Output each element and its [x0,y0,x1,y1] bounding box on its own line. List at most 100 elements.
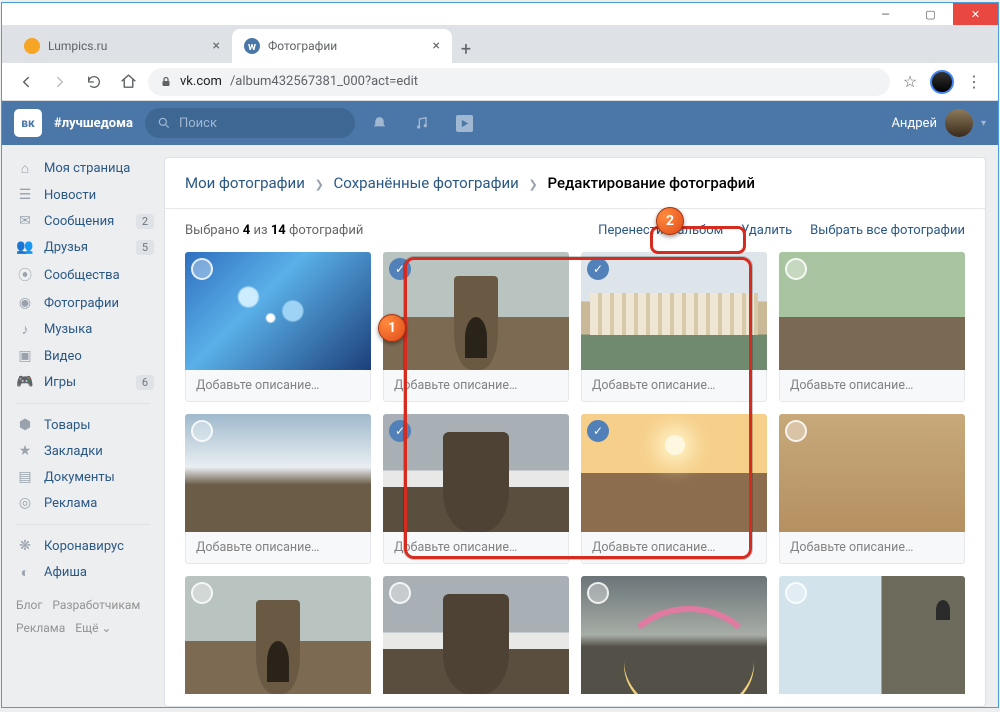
sidebar-item[interactable]: ⌂Моя страница [2,155,164,182]
sidebar-item[interactable]: ❋Коронавирус [2,533,164,559]
nav-back-button[interactable] [12,68,40,96]
browser-tab[interactable]: Lumpics.ru × [12,29,232,63]
user-avatar [945,109,973,137]
nav-forward-button[interactable] [46,68,74,96]
vk-logo[interactable]: вк [14,109,42,137]
sidebar-item[interactable]: ▤Документы [2,464,164,490]
photo-checkbox[interactable]: ✓ [389,420,411,442]
photo-checkbox[interactable]: ✓ [587,258,609,280]
sidebar: ⌂Моя страница☰Новости✉Сообщения2👥Друзья5… [2,145,164,707]
sidebar-item-label: Игры [44,375,76,390]
breadcrumb-current: Редактирование фотографий [547,174,754,192]
new-tab-button[interactable]: + [452,35,480,63]
photo-thumbnail[interactable]: ✓ [581,252,767,370]
photo-checkbox[interactable]: ✓ [587,420,609,442]
badge: 5 [136,240,154,255]
window-maximize[interactable]: ▢ [908,3,953,25]
photo-checkbox[interactable] [389,582,411,604]
window-minimize[interactable]: — [863,3,908,25]
music-icon[interactable] [414,115,430,132]
vk-hashtag[interactable]: #лучшедома [54,116,133,131]
sidebar-item[interactable]: ♪Музыка [2,316,164,343]
photo-thumbnail[interactable]: ✓ [581,414,767,532]
photo-caption-input[interactable]: Добавьте описание… [185,532,371,564]
footer-link[interactable]: Реклама [16,621,65,635]
photo-caption-input[interactable]: Добавьте описание… [779,532,965,564]
photo-thumbnail[interactable] [185,414,371,532]
footer-link[interactable]: Блог [16,598,42,612]
footer-link[interactable]: Ещё ⌄ [75,621,111,635]
sidebar-item[interactable]: ★Закладки [2,438,164,464]
sidebar-item[interactable]: ☰Новости [2,182,164,208]
photo-caption-input[interactable]: Добавьте описание… [185,370,371,402]
sidebar-item[interactable]: 👥Друзья5 [2,234,164,260]
photo-checkbox[interactable] [785,582,807,604]
sidebar-item[interactable]: ▣Видео [2,343,164,369]
browser-menu-button[interactable]: ⋮ [960,68,988,96]
sidebar-item-label: Сообщения [44,214,114,229]
breadcrumb-link[interactable]: Мои фотографии [185,174,305,192]
chevron-down-icon: ▾ [981,118,986,129]
sidebar-item[interactable]: ◉Фотографии [2,290,164,316]
photo-card [779,576,965,694]
delete-link[interactable]: Удалить [741,223,792,238]
profile-avatar[interactable] [930,70,954,94]
search-input[interactable]: Поиск [145,108,355,138]
photo-thumbnail[interactable] [581,576,767,694]
sidebar-item[interactable]: 🎮Игры6 [2,369,164,395]
photo-checkbox[interactable]: ✓ [389,258,411,280]
sidebar-item[interactable]: ◎Реклама [2,490,164,516]
sidebar-item[interactable]: ⬢Товары [2,412,164,438]
notifications-icon[interactable] [371,115,388,132]
sidebar-item[interactable]: ⦿Сообщества [2,260,164,290]
photo-checkbox[interactable] [191,258,213,280]
photo-checkbox[interactable] [785,420,807,442]
tab-title: Lumpics.ru [48,39,107,53]
photo-card: Добавьте описание… [185,252,371,402]
photo-thumbnail[interactable] [779,414,965,532]
photo-thumbnail[interactable] [779,252,965,370]
tab-title: Фотографии [268,39,337,53]
photo-card: ✓ Добавьте описание… [581,252,767,402]
photo-caption-input[interactable]: Добавьте описание… [779,370,965,402]
bookmarks-icon: ★ [16,443,34,459]
sidebar-item[interactable]: ✉Сообщения2 [2,208,164,234]
photo-checkbox[interactable] [191,420,213,442]
photo-thumbnail[interactable] [383,576,569,694]
photo-card: ✓ Добавьте описание… [581,414,767,564]
bookmark-star-icon[interactable]: ☆ [896,68,924,96]
photo-checkbox[interactable] [587,582,609,604]
user-menu[interactable]: Андрей ▾ [891,109,986,137]
browser-tab-active[interactable]: w Фотографии × [232,29,452,63]
sidebar-item-label: Товары [44,418,90,433]
address-bar[interactable]: vk.com/album432567381_000?act=edit [148,68,890,96]
browser-tabstrip: Lumpics.ru × w Фотографии × + [2,25,998,63]
photo-thumbnail[interactable] [185,252,371,370]
annotation-badge: 1 [378,314,406,342]
photo-caption-input[interactable]: Добавьте описание… [581,370,767,402]
photo-thumbnail[interactable] [779,576,965,694]
footer-link[interactable]: Разработчикам [52,598,140,612]
photo-caption-input[interactable]: Добавьте описание… [383,370,569,402]
nav-home-button[interactable] [114,68,142,96]
breadcrumb-link[interactable]: Сохранённые фотографии [334,174,519,192]
ads-icon: ◎ [16,495,34,511]
play-icon[interactable] [456,115,473,132]
sidebar-item-label: Коронавирус [44,539,124,554]
badge: 6 [136,375,154,390]
photo-thumbnail[interactable] [185,576,371,694]
tab-close-icon[interactable]: × [433,38,440,54]
sidebar-item[interactable]: ◐Афиша [2,559,164,586]
photo-caption-input[interactable]: Добавьте описание… [383,532,569,564]
photo-thumbnail[interactable]: ✓ [383,414,569,532]
photo-checkbox[interactable] [785,258,807,280]
tab-close-icon[interactable]: × [213,38,220,54]
photo-checkbox[interactable] [191,582,213,604]
photo-thumbnail[interactable]: ✓ [383,252,569,370]
username: Андрей [891,116,937,131]
video-icon: ▣ [16,348,34,364]
select-all-link[interactable]: Выбрать все фотографии [810,223,965,238]
window-close[interactable]: ✕ [953,3,998,25]
photo-caption-input[interactable]: Добавьте описание… [581,532,767,564]
nav-reload-button[interactable] [80,68,108,96]
